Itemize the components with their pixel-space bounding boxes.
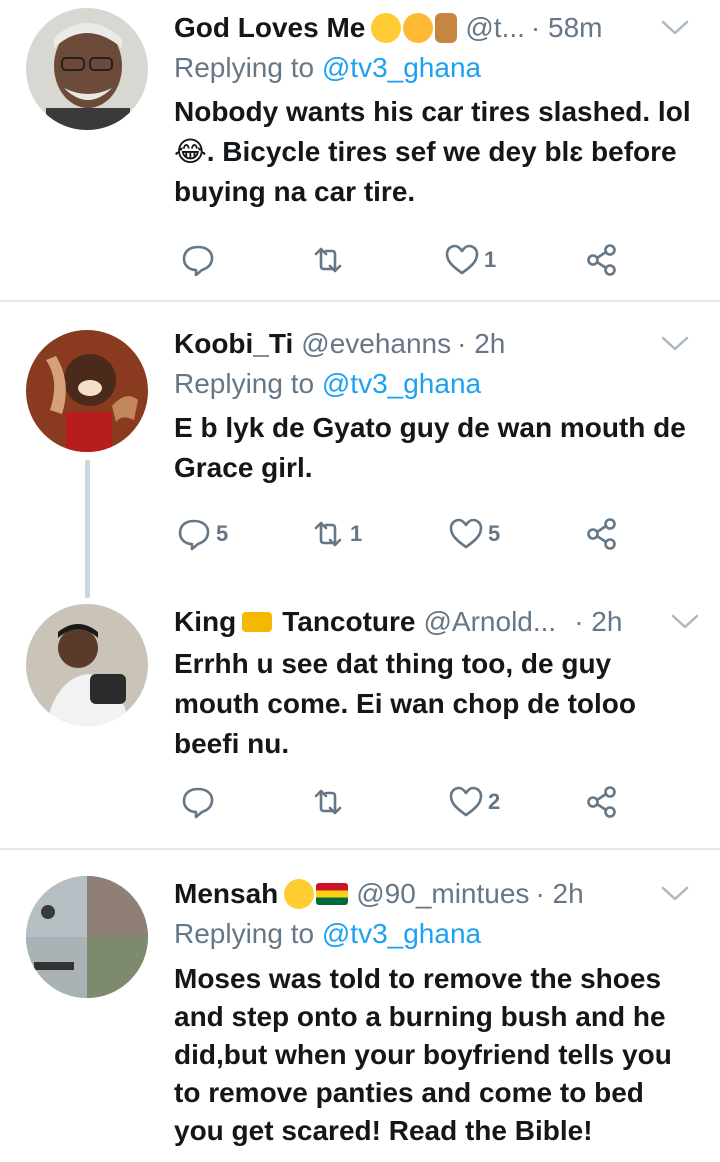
tweet-text: Errhh u see dat thing too, de guy mouth … <box>174 648 637 759</box>
replying-to: Replying to @tv3_ghana <box>174 918 482 949</box>
tweet-2[interactable]: Koobi_Ti @evehanns · 2h Replying to @tv3… <box>0 302 720 598</box>
tweet-text: E b lyk de Gyato guy de wan mouth de Gra… <box>174 412 686 483</box>
avatar[interactable] <box>26 876 148 998</box>
like-button[interactable]: 2 <box>448 778 500 826</box>
hugging-face-icon <box>403 13 434 43</box>
tweet-actions: 5 1 5 <box>174 510 634 558</box>
reply-button[interactable] <box>180 236 220 284</box>
share-icon <box>587 244 616 276</box>
chevron-down-icon[interactable] <box>670 608 700 634</box>
avatar-image <box>26 604 148 726</box>
avatar-image <box>26 330 148 452</box>
tweet-1[interactable]: God Loves Me @t... · 58m Replying to @tv… <box>0 0 720 300</box>
tweet-actions: 1 <box>174 236 634 284</box>
thread-line <box>85 460 90 598</box>
avatar[interactable] <box>26 604 148 726</box>
smiling-face-icon <box>371 13 402 43</box>
share-button[interactable] <box>584 778 620 826</box>
like-count: 5 <box>488 521 501 546</box>
retweet-icon <box>314 247 342 273</box>
like-button[interactable]: 5 <box>448 510 500 558</box>
ghana-flag-icon <box>316 883 349 905</box>
display-name[interactable]: Koobi_Ti <box>174 324 293 364</box>
share-button[interactable] <box>584 236 620 284</box>
share-icon <box>587 518 616 550</box>
timestamp[interactable]: · 2h <box>457 324 505 364</box>
display-name[interactable]: God Loves Me <box>174 8 365 48</box>
tweet-header: King Tancoture @Arnold... · 2h <box>174 602 700 642</box>
avatar-image <box>26 876 148 998</box>
display-name[interactable]: King <box>174 602 236 642</box>
tweet-header: Mensah @90_mintues · 2h <box>174 874 700 914</box>
reply-button[interactable] <box>180 778 220 826</box>
heart-icon <box>449 786 483 817</box>
reply-icon <box>178 519 210 551</box>
display-name[interactable]: Mensah <box>174 874 278 914</box>
reply-mention-link[interactable]: @tv3_ghana <box>322 52 481 83</box>
tweet-text: Moses was told to remove the shoes and s… <box>174 963 672 1146</box>
retweet-button[interactable]: 1 <box>310 510 362 558</box>
tweet-4[interactable]: Mensah @90_mintues · 2h Replying to @tv3… <box>0 850 720 1162</box>
retweet-icon <box>314 789 342 815</box>
retweet-icon <box>314 521 342 547</box>
retweet-button[interactable] <box>310 236 350 284</box>
heart-icon <box>449 518 483 549</box>
share-icon <box>587 786 616 818</box>
heart-icon <box>445 244 479 275</box>
reply-button[interactable]: 5 <box>176 510 228 558</box>
sunglasses-face-icon <box>284 879 315 909</box>
retweet-button[interactable] <box>310 778 350 826</box>
chevron-down-icon[interactable] <box>660 14 690 40</box>
user-handle[interactable]: @90_mintues <box>356 874 529 914</box>
user-handle[interactable]: @evehanns <box>301 324 451 364</box>
chevron-down-icon[interactable] <box>660 880 690 906</box>
retweet-count: 1 <box>350 521 363 546</box>
crown-icon <box>242 612 273 632</box>
reply-mention-link[interactable]: @tv3_ghana <box>322 918 481 949</box>
display-name-suffix[interactable]: Tancoture <box>282 602 415 642</box>
tweet-text: Nobody wants his car tires slashed. lol … <box>174 96 691 207</box>
avatar[interactable] <box>26 330 148 452</box>
tweet-header: Koobi_Ti @evehanns · 2h <box>174 324 700 364</box>
timestamp[interactable]: · 2h <box>535 874 583 914</box>
like-count: 1 <box>484 247 497 272</box>
reply-icon <box>182 245 214 277</box>
user-handle[interactable]: @t... <box>465 8 525 48</box>
user-handle[interactable]: @Arnold... <box>424 602 557 642</box>
chevron-down-icon[interactable] <box>660 330 690 356</box>
replying-to: Replying to @tv3_ghana <box>174 368 482 399</box>
avatar-image <box>26 8 148 130</box>
reply-icon <box>182 787 214 819</box>
tweet-header: God Loves Me @t... · 58m <box>174 8 700 48</box>
share-button[interactable] <box>584 510 620 558</box>
like-count: 2 <box>488 789 501 814</box>
folded-hands-icon <box>435 13 458 43</box>
replying-to: Replying to @tv3_ghana <box>174 52 482 83</box>
tweet-3[interactable]: King Tancoture @Arnold... · 2h Errhh u s… <box>0 580 720 848</box>
timestamp[interactable]: · 2h <box>574 602 622 642</box>
tweet-actions: 2 <box>174 778 634 826</box>
reply-count: 5 <box>216 521 229 546</box>
timestamp[interactable]: · 58m <box>531 8 603 48</box>
avatar[interactable] <box>26 8 148 130</box>
like-button[interactable]: 1 <box>444 236 496 284</box>
reply-mention-link[interactable]: @tv3_ghana <box>322 368 481 399</box>
